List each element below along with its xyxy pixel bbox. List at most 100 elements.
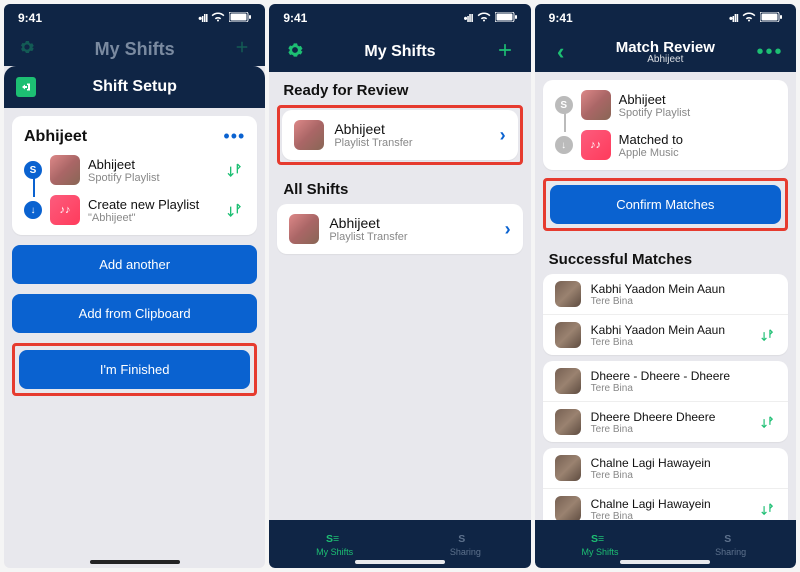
wifi-icon: [742, 11, 756, 25]
wifi-icon: [211, 11, 225, 25]
track-artist: Tere Bina: [591, 383, 776, 394]
confirm-matches-button[interactable]: Confirm Matches: [550, 185, 781, 224]
home-indicator: [90, 560, 180, 564]
arrow-down-badge-icon: ↓: [24, 201, 42, 219]
playlist-thumb: [294, 120, 324, 150]
back-button[interactable]: ‹: [547, 39, 575, 65]
highlight-finished: I'm Finished: [12, 343, 257, 396]
playlist-thumb: [289, 214, 319, 244]
track-artist: Tere Bina: [591, 511, 748, 521]
chevron-right-icon: ›: [505, 219, 511, 240]
screen2-content: Ready for Review Abhijeet Playlist Trans…: [269, 72, 530, 520]
track-title: Dheere - Dheere - Dheere: [591, 369, 776, 383]
screen-match-review: 9:41 ‹ Match Review Abhijeet ••• S Abh: [535, 4, 796, 568]
tab-label: My Shifts: [316, 547, 353, 557]
add-clipboard-button[interactable]: Add from Clipboard: [12, 294, 257, 333]
header-area: 9:41 ‹ Match Review Abhijeet •••: [535, 4, 796, 72]
match-row[interactable]: Dheere Dheere DheereTere Bina: [543, 401, 788, 442]
sheet-title: Shift Setup: [92, 78, 176, 96]
plus-icon: [233, 38, 251, 61]
navbar-subtitle: Abhijeet: [647, 54, 683, 65]
source-dest-card: S Abhijeet Spotify Playlist ↓ Matched to…: [543, 80, 788, 170]
tab-label: Sharing: [450, 547, 481, 557]
edit-icon[interactable]: [758, 326, 776, 344]
apple-music-icon: [50, 195, 80, 225]
settings-button[interactable]: [281, 40, 309, 65]
match-row[interactable]: Dheere - Dheere - DheereTere Bina: [543, 361, 788, 401]
home-indicator: [620, 560, 710, 564]
tab-label: Sharing: [715, 547, 746, 557]
dest-title: Create new Playlist: [88, 197, 215, 212]
battery-icon: [760, 11, 782, 25]
add-button[interactable]: [491, 40, 519, 65]
home-indicator: [355, 560, 445, 564]
edit-icon[interactable]: [758, 500, 776, 518]
status-time: 9:41: [549, 11, 573, 25]
screen3-content: S Abhijeet Spotify Playlist ↓ Matched to…: [535, 72, 796, 520]
signal-icon: [198, 11, 207, 25]
svg-text:S: S: [724, 533, 731, 545]
all-shift-item[interactable]: Abhijeet Playlist Transfer ›: [277, 204, 522, 254]
match-row[interactable]: Chalne Lagi HawayeinTere Bina: [543, 488, 788, 520]
album-thumb: [555, 368, 581, 394]
gear-icon: [18, 38, 36, 61]
ready-shift-item[interactable]: Abhijeet Playlist Transfer ›: [282, 110, 517, 160]
album-thumb: [555, 496, 581, 520]
edit-icon[interactable]: [223, 159, 245, 181]
navbar: ‹ Match Review Abhijeet •••: [535, 32, 796, 72]
track-title: Chalne Lagi Hawayein: [591, 497, 748, 511]
status-icons: [198, 11, 251, 25]
background-nav: My Shifts: [4, 32, 265, 66]
header-area: 9:41 My Shifts: [269, 4, 530, 72]
status-bar: 9:41: [4, 4, 265, 32]
svg-text:S: S: [459, 533, 466, 545]
source-row: S Abhijeet Spotify Playlist: [555, 90, 776, 120]
back-square-icon[interactable]: [16, 77, 36, 97]
screen1-content: Abhijeet ••• S Abhijeet Spotify Playlist…: [4, 108, 265, 568]
signal-icon: [729, 11, 738, 25]
track-title: Kabhi Yaadon Mein Aaun: [591, 323, 748, 337]
source-subtitle: Spotify Playlist: [619, 107, 776, 119]
section-success-label: Successful Matches: [535, 241, 796, 274]
sheet-header: Shift Setup: [4, 66, 265, 108]
album-thumb: [555, 455, 581, 481]
battery-icon: [229, 11, 251, 25]
add-another-button[interactable]: Add another: [12, 245, 257, 284]
dest-subtitle: Apple Music: [619, 147, 776, 159]
highlight-confirm: Confirm Matches: [543, 178, 788, 231]
more-button[interactable]: •••: [756, 41, 784, 64]
track-artist: Tere Bina: [591, 296, 776, 307]
svg-text:S≡: S≡: [591, 533, 604, 545]
header-area: 9:41 My Shifts: [4, 4, 265, 66]
match-row[interactable]: Chalne Lagi HawayeinTere Bina: [543, 448, 788, 488]
source-row[interactable]: S Abhijeet Spotify Playlist: [24, 155, 245, 185]
status-icons: [464, 11, 517, 25]
track-title: Dheere Dheere Dheere: [591, 410, 748, 424]
background-title: My Shifts: [36, 39, 233, 60]
connector-line: [564, 110, 566, 132]
edit-icon[interactable]: [758, 413, 776, 431]
finished-button[interactable]: I'm Finished: [19, 350, 250, 389]
album-thumb: [555, 281, 581, 307]
dest-row[interactable]: ↓ Create new Playlist "Abhijeet": [24, 195, 245, 225]
album-thumb: [555, 322, 581, 348]
status-time: 9:41: [283, 11, 307, 25]
dest-row: ↓ Matched to Apple Music: [555, 130, 776, 160]
arrow-down-badge-icon: ↓: [555, 136, 573, 154]
source-title: Abhijeet: [88, 157, 215, 172]
svg-text:S≡: S≡: [326, 533, 339, 545]
status-bar: 9:41: [269, 4, 530, 32]
section-ready-label: Ready for Review: [269, 72, 530, 105]
more-icon[interactable]: •••: [223, 126, 245, 147]
edit-icon[interactable]: [223, 199, 245, 221]
source-subtitle: Spotify Playlist: [88, 172, 215, 184]
shift-card: Abhijeet ••• S Abhijeet Spotify Playlist…: [12, 116, 257, 235]
track-artist: Tere Bina: [591, 470, 776, 481]
album-thumb: [555, 409, 581, 435]
dest-title: Matched to: [619, 132, 776, 147]
match-pair: Chalne Lagi HawayeinTere Bina Chalne Lag…: [543, 448, 788, 520]
track-artist: Tere Bina: [591, 424, 748, 435]
status-time: 9:41: [18, 11, 42, 25]
match-row[interactable]: Kabhi Yaadon Mein AaunTere Bina: [543, 314, 788, 355]
match-row[interactable]: Kabhi Yaadon Mein AaunTere Bina: [543, 274, 788, 314]
